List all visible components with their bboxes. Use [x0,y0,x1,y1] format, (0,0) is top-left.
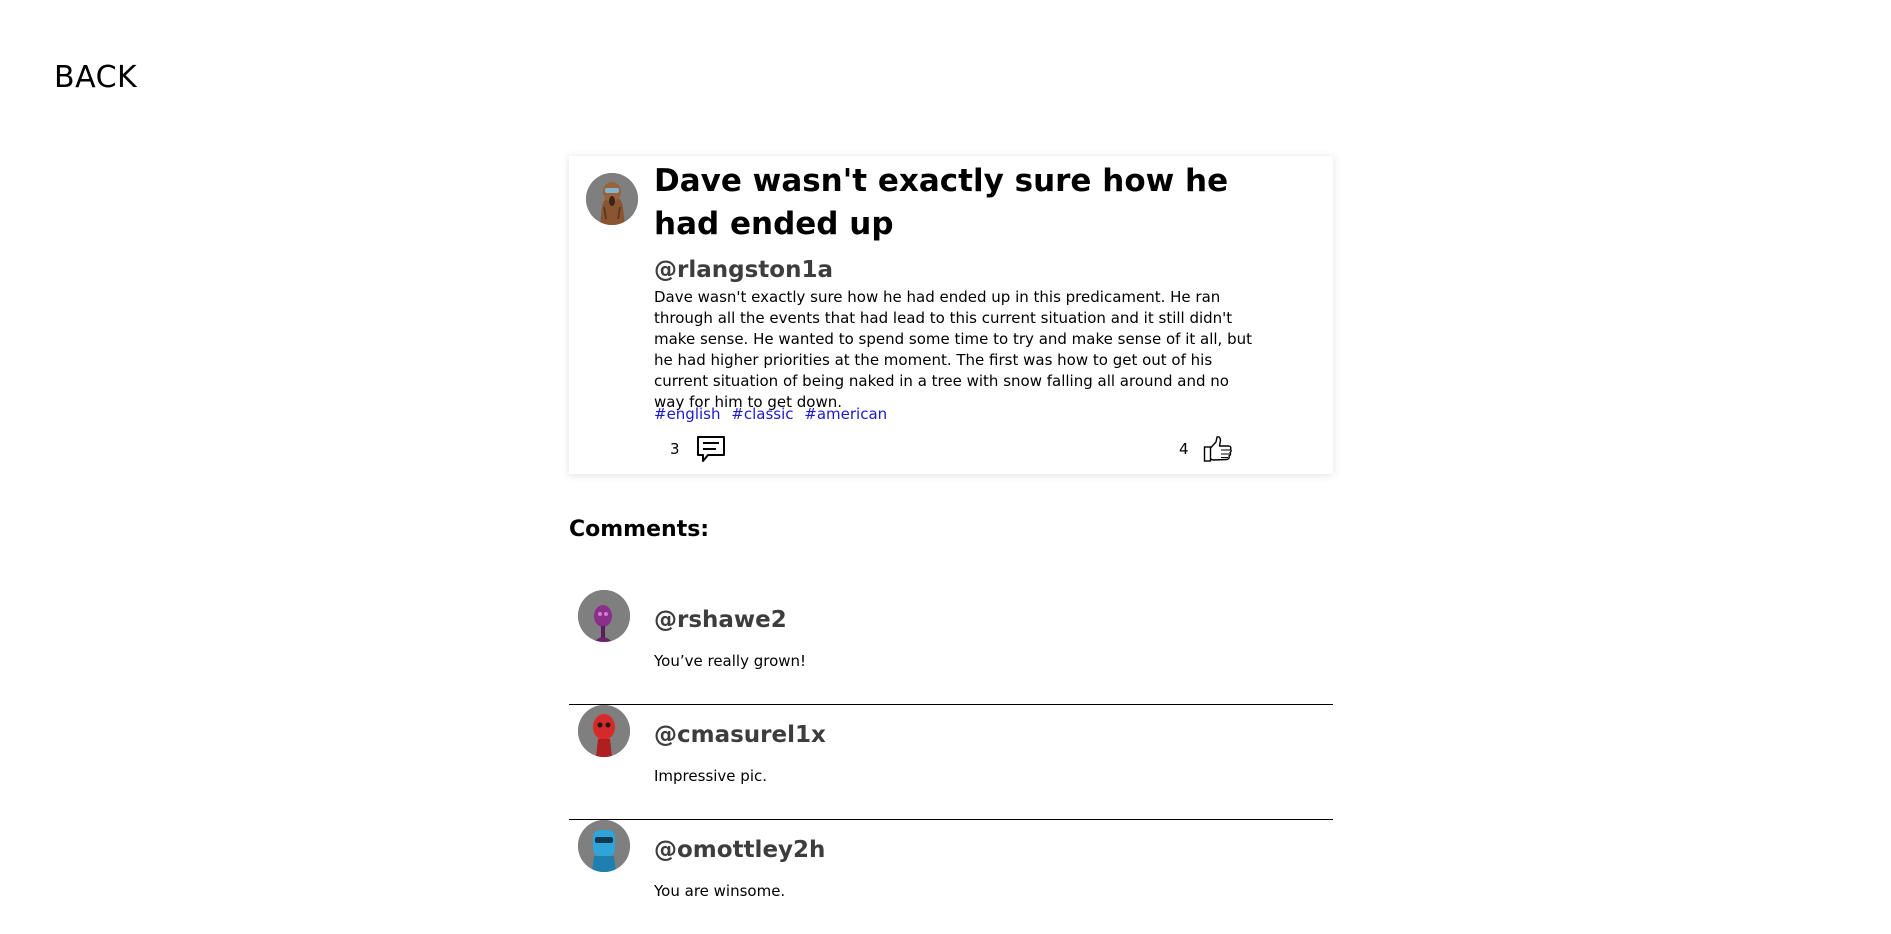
comment-item: @rshawe2 You’ve really grown! [569,590,1333,705]
avatar[interactable] [578,590,630,642]
avatar[interactable] [586,173,638,225]
robot-avatar-icon [578,820,630,872]
post-author[interactable]: @rlangston1a [654,255,833,285]
post-card: Dave wasn't exactly sure how he had ende… [569,156,1333,474]
comment-text: You’ve really grown! [654,652,807,670]
comments-heading: Comments: [569,517,710,542]
back-button[interactable]: BACK [54,60,137,96]
comment-author[interactable]: @rshawe2 [654,605,787,635]
comment-author[interactable]: @cmasurel1x [654,720,826,750]
robot-avatar-icon [578,590,630,642]
comment-text: You are winsome. [654,882,786,900]
robot-avatar-icon [586,173,638,225]
comment-count: 3 [670,440,680,458]
post-body: Dave wasn't exactly sure how he had ende… [654,288,1253,411]
tag-american[interactable]: #american [804,405,887,423]
tag-english[interactable]: #english [654,405,720,423]
post-title: Dave wasn't exactly sure how he had ende… [654,163,1229,242]
like-count: 4 [1179,440,1189,458]
comment-author[interactable]: @omottley2h [654,835,825,865]
avatar[interactable] [578,705,630,757]
tag-list: #english #classic #american [654,404,893,424]
comment-icon[interactable] [696,435,726,463]
comment-text: Impressive pic. [654,767,767,785]
comment-item: @omottley2h You are winsome. [569,820,1333,934]
robot-avatar-icon [578,705,630,757]
comment-item: @cmasurel1x Impressive pic. [569,705,1333,820]
thumbs-up-icon[interactable] [1203,435,1233,463]
avatar[interactable] [578,820,630,872]
tag-classic[interactable]: #classic [731,405,793,423]
